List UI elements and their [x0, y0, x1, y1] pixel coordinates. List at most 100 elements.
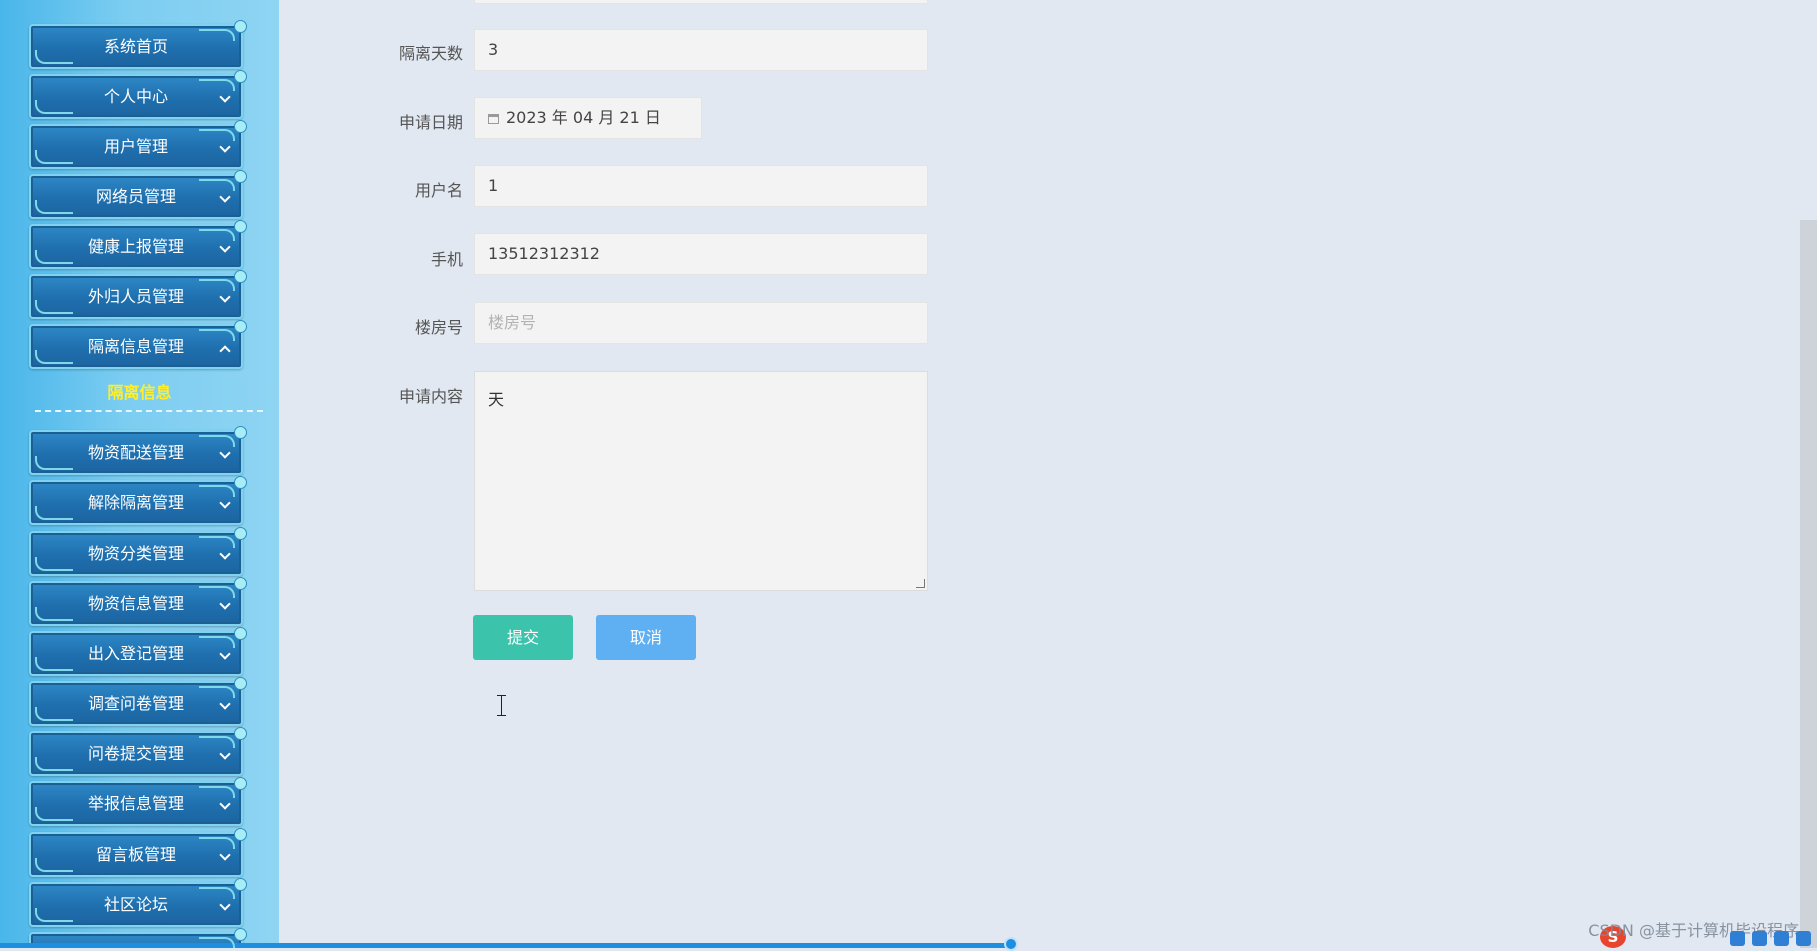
menu-item-supply-category[interactable]: 物资分类管理	[29, 527, 247, 576]
submenu-item-quarantine-info[interactable]: 隔离信息	[0, 379, 279, 403]
ornament-icon	[199, 636, 235, 648]
chevron-down-icon	[219, 598, 231, 610]
menu-item-release-quarantine[interactable]: 解除隔离管理	[29, 476, 247, 525]
menu-item-network-staff[interactable]: 网络员管理	[29, 170, 247, 219]
tray-icon[interactable]	[1730, 931, 1745, 946]
ornament-dot-icon	[234, 928, 247, 941]
chevron-down-icon	[219, 548, 231, 560]
submenu-divider	[35, 410, 263, 412]
phone-input[interactable]: 13512312312	[474, 233, 928, 275]
ornament-icon	[199, 887, 235, 899]
chevron-down-icon	[219, 698, 231, 710]
ornament-icon	[35, 506, 73, 520]
ornament-icon	[199, 485, 235, 497]
menu-item-access-log[interactable]: 出入登记管理	[29, 627, 247, 676]
ornament-dot-icon	[234, 220, 247, 233]
ornament-icon	[35, 657, 73, 671]
ornament-icon	[199, 179, 235, 191]
ornament-icon	[35, 607, 73, 621]
menu-item-label: 留言板管理	[95, 845, 176, 864]
menu-item-label: 举报信息管理	[87, 794, 184, 813]
menu-item-supply-info[interactable]: 物资信息管理	[29, 577, 247, 626]
chevron-down-icon	[219, 291, 231, 303]
ornament-icon	[199, 79, 235, 91]
tray-icon[interactable]	[1752, 931, 1767, 946]
ornament-icon	[199, 586, 235, 598]
ornament-icon	[35, 757, 73, 771]
menu-item-label: 物资分类管理	[87, 544, 184, 563]
ornament-icon	[199, 329, 235, 341]
ornament-icon	[199, 937, 235, 948]
previous-field-input[interactable]	[474, 0, 928, 4]
menu-item-supply-delivery[interactable]: 物资配送管理	[29, 426, 247, 475]
menu-item-label: 隔离信息管理	[87, 337, 184, 356]
content-text: 天	[488, 390, 505, 409]
menu-item-returnees[interactable]: 外归人员管理	[29, 270, 247, 319]
scrollbar-knob-icon[interactable]	[1004, 937, 1018, 951]
menu-item-label: 出入登记管理	[87, 644, 184, 663]
menu-item-home[interactable]: 系统首页	[29, 20, 247, 69]
username-input[interactable]: 1	[474, 165, 928, 207]
content-textarea[interactable]: 天	[474, 371, 928, 591]
tray-icon[interactable]	[1774, 931, 1789, 946]
ornament-dot-icon	[234, 577, 247, 590]
ornament-dot-icon	[234, 120, 247, 133]
ornament-dot-icon	[234, 677, 247, 690]
menu-item-health-report[interactable]: 健康上报管理	[29, 220, 247, 269]
quarantine-days-label: 隔离天数	[398, 44, 463, 63]
chevron-up-icon	[219, 345, 231, 357]
submit-button[interactable]: 提交	[473, 615, 573, 660]
menu-item-label: 物资配送管理	[87, 443, 184, 462]
ornament-icon	[199, 686, 235, 698]
calendar-icon	[488, 114, 499, 124]
menu-item-forum[interactable]: 社区论坛	[29, 878, 247, 927]
building-input[interactable]: 楼房号	[474, 302, 928, 344]
menu-item-label: 社区论坛	[103, 895, 168, 914]
apply-date-picker[interactable]: 2023 年 04 月 21 日	[474, 97, 702, 139]
ornament-icon	[35, 50, 73, 64]
phone-label: 手机	[430, 250, 463, 269]
menu-item-label: 健康上报管理	[87, 237, 184, 256]
quarantine-days-input[interactable]: 3	[474, 29, 928, 71]
menu-item-survey-submission[interactable]: 问卷提交管理	[29, 727, 247, 776]
ornament-icon	[199, 279, 235, 291]
ornament-dot-icon	[234, 20, 247, 33]
ornament-icon	[35, 150, 73, 164]
ornament-icon	[35, 858, 73, 872]
cancel-button[interactable]: 取消	[596, 615, 696, 660]
ornament-icon	[199, 837, 235, 849]
chevron-down-icon	[219, 241, 231, 253]
ornament-dot-icon	[234, 627, 247, 640]
resize-handle-icon[interactable]	[916, 579, 925, 588]
menu-item-message-board[interactable]: 留言板管理	[29, 828, 247, 877]
horizontal-scrollbar[interactable]	[0, 943, 1012, 948]
ornament-dot-icon	[234, 70, 247, 83]
tray-icon[interactable]	[1796, 931, 1811, 946]
chevron-down-icon	[219, 798, 231, 810]
ornament-dot-icon	[234, 527, 247, 540]
chevron-down-icon	[219, 191, 231, 203]
menu-item-label: 解除隔离管理	[87, 493, 184, 512]
ornament-dot-icon	[234, 426, 247, 439]
vertical-scrollbar[interactable]	[1800, 220, 1817, 948]
ornament-icon	[35, 250, 73, 264]
menu-item-label: 调查问卷管理	[87, 694, 184, 713]
ornament-icon	[35, 908, 73, 922]
chevron-down-icon	[219, 849, 231, 861]
chevron-down-icon	[219, 91, 231, 103]
ornament-icon	[199, 29, 235, 41]
chevron-down-icon	[219, 447, 231, 459]
apply-date-label: 申请日期	[398, 113, 463, 132]
menu-item-reports[interactable]: 举报信息管理	[29, 777, 247, 826]
menu-item-label: 系统首页	[103, 37, 168, 56]
sidebar: 系统首页 个人中心 用户管理 网络员管理 健康上报管理 外归人员管理 隔离信息管…	[0, 0, 279, 948]
ornament-dot-icon	[234, 476, 247, 489]
ornament-icon	[199, 229, 235, 241]
ornament-icon	[35, 557, 73, 571]
menu-item-profile[interactable]: 个人中心	[29, 70, 247, 119]
menu-item-quarantine-info[interactable]: 隔离信息管理	[29, 320, 247, 369]
chevron-down-icon	[219, 497, 231, 509]
ornament-dot-icon	[234, 170, 247, 183]
menu-item-survey[interactable]: 调查问卷管理	[29, 677, 247, 726]
menu-item-users[interactable]: 用户管理	[29, 120, 247, 169]
